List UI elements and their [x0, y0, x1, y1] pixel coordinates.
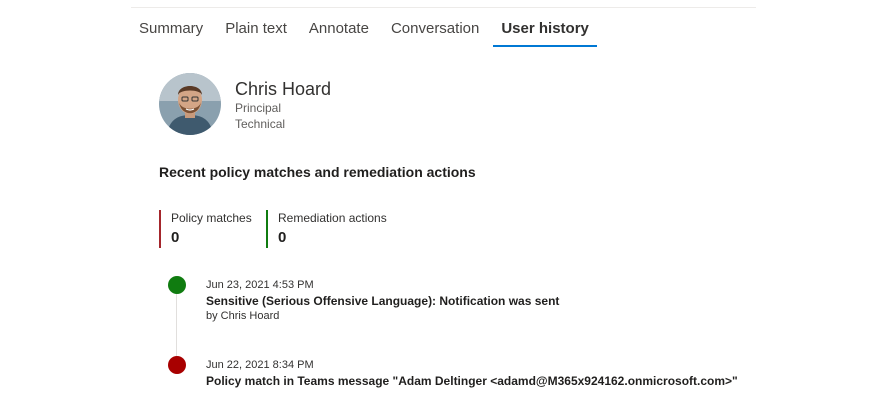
remediation-actions-value: 0 [278, 229, 287, 246]
policy-matches-label: Policy matches [171, 211, 252, 225]
remediation-actions-stat: Remediation actions 0 [266, 210, 387, 248]
policy-matches-stat: Policy matches 0 [159, 210, 252, 248]
timeline-status-dot-red [168, 356, 186, 374]
tab-bar: Summary Plain text Annotate Conversation… [131, 18, 603, 47]
user-title-line-2: Technical [235, 117, 286, 131]
user-title-line-1: Principal [235, 101, 282, 115]
user-name: Chris Hoard [235, 79, 332, 99]
timeline-date: Jun 23, 2021 4:53 PM [206, 279, 314, 291]
top-divider [131, 7, 756, 8]
timeline-connector [176, 294, 177, 356]
tab-conversation[interactable]: Conversation [383, 18, 487, 47]
user-profile: Chris Hoard Principal Technical [159, 73, 331, 135]
avatar [159, 73, 221, 135]
tab-summary[interactable]: Summary [131, 18, 211, 47]
timeline-date: Jun 22, 2021 8:34 PM [206, 359, 314, 371]
remediation-actions-label: Remediation actions [278, 211, 387, 225]
timeline-title: Policy match in Teams message "Adam Delt… [206, 374, 738, 388]
timeline-item: Jun 22, 2021 8:34 PM Policy match in Tea… [206, 358, 738, 389]
section-title: Recent policy matches and remediation ac… [159, 164, 476, 180]
timeline-title: Sensitive (Serious Offensive Language): … [206, 294, 560, 308]
timeline-status-dot-green [168, 276, 186, 294]
tab-plain-text[interactable]: Plain text [217, 18, 295, 47]
tab-annotate[interactable]: Annotate [301, 18, 377, 47]
tab-user-history[interactable]: User history [493, 18, 597, 47]
policy-matches-value: 0 [171, 229, 180, 246]
avatar-photo [159, 73, 221, 135]
timeline-item: Jun 23, 2021 4:53 PM Sensitive (Serious … [206, 278, 559, 323]
timeline-author: by Chris Hoard [206, 310, 280, 322]
